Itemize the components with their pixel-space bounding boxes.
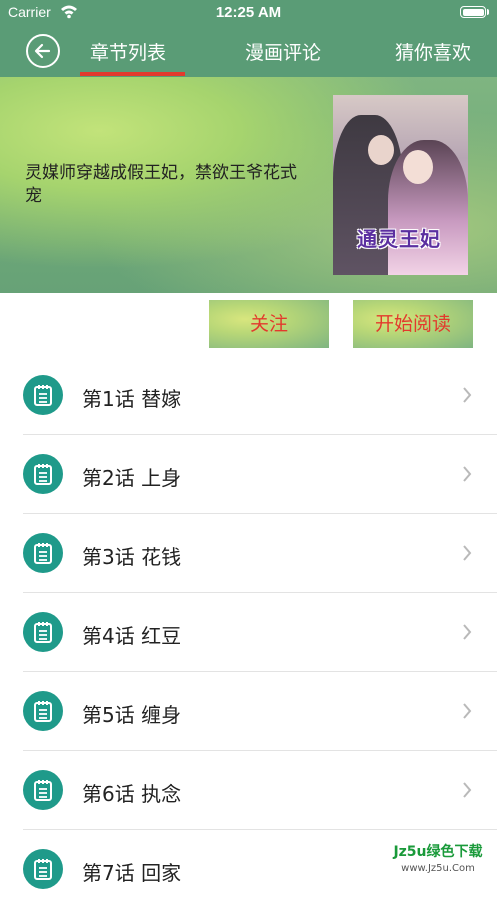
- back-button[interactable]: [26, 34, 60, 68]
- notepad-icon: [23, 849, 63, 889]
- notepad-icon: [23, 612, 63, 652]
- chapter-row[interactable]: 第4话 红豆: [0, 593, 497, 672]
- chapter-title: 第3话 花钱: [82, 545, 182, 569]
- chapter-title: 第1话 替嫁: [82, 387, 182, 411]
- follow-button[interactable]: 关注: [209, 300, 329, 348]
- chevron-right-icon: [463, 782, 472, 798]
- battery-icon: [460, 6, 486, 18]
- chapter-row[interactable]: 第5话 缠身: [0, 672, 497, 751]
- chevron-right-icon: [463, 703, 472, 719]
- back-arrow-icon: [34, 43, 51, 59]
- tab-chapter-list[interactable]: 章节列表: [90, 38, 166, 65]
- chapter-title: 第2话 上身: [82, 466, 182, 490]
- comic-description: 灵媒师穿越成假王妃，禁欲王爷花式宠: [25, 163, 297, 206]
- chapter-row[interactable]: 第3话 花钱: [0, 514, 497, 593]
- top-navigation-bar: Carrier 12:25 AM 章节列表 漫画评论 猜你喜欢: [0, 0, 497, 77]
- chevron-right-icon: [463, 545, 472, 561]
- notepad-icon: [23, 691, 63, 731]
- site-watermark: Jz5u绿色下载 www.Jz5u.Com: [384, 840, 492, 880]
- notepad-icon: [23, 770, 63, 810]
- chapter-row[interactable]: 第2话 上身: [0, 435, 497, 514]
- watermark-url: www.Jz5u.Com: [401, 863, 475, 874]
- cover-title-logo: 通灵王妃: [357, 227, 441, 251]
- active-tab-indicator: [80, 72, 185, 76]
- notepad-icon: [23, 533, 63, 573]
- chapter-title: 第7话 回家: [82, 861, 182, 885]
- status-bar: Carrier 12:25 AM: [0, 0, 497, 26]
- notepad-icon: [23, 454, 63, 494]
- chapter-row[interactable]: 第6话 执念: [0, 751, 497, 830]
- comic-cover-image[interactable]: 通灵王妃: [333, 95, 468, 275]
- chapter-title: 第5话 缠身: [82, 703, 182, 727]
- chapter-title: 第4话 红豆: [82, 624, 182, 648]
- chevron-right-icon: [463, 624, 472, 640]
- notepad-icon: [23, 375, 63, 415]
- chevron-right-icon: [463, 387, 472, 403]
- clock: 12:25 AM: [215, 4, 282, 21]
- chapter-row[interactable]: 第1话 替嫁: [0, 356, 497, 435]
- chapter-title: 第6话 执念: [82, 782, 182, 806]
- tab-recommendations[interactable]: 猜你喜欢: [395, 38, 471, 65]
- start-reading-button[interactable]: 开始阅读: [353, 300, 473, 348]
- chevron-right-icon: [463, 466, 472, 482]
- tab-comic-comments[interactable]: 漫画评论: [245, 38, 321, 65]
- watermark-brand: Jz5u绿色下载: [393, 844, 483, 860]
